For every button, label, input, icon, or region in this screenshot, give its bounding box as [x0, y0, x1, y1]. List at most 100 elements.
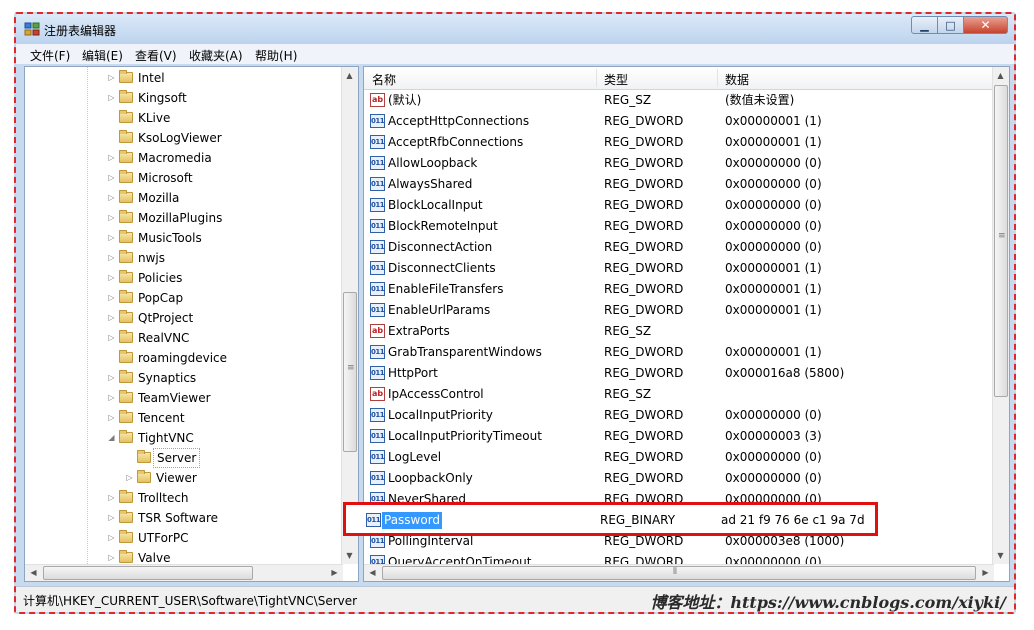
- tree-item[interactable]: KsoLogViewer: [25, 128, 343, 148]
- tree-hscroll-thumb[interactable]: [43, 566, 253, 580]
- expand-arrow-icon[interactable]: ▷: [107, 188, 116, 208]
- expand-arrow-icon[interactable]: ▷: [107, 208, 116, 228]
- expand-arrow-icon[interactable]: ▷: [125, 468, 134, 488]
- table-row[interactable]: ab IpAccessControl REG_SZ: [364, 384, 994, 405]
- list-hscroll-thumb[interactable]: ⦀: [382, 566, 976, 580]
- column-header-type[interactable]: 类型: [604, 71, 628, 88]
- table-row[interactable]: ab (默认) REG_SZ (数值未设置): [364, 90, 994, 111]
- menu-file[interactable]: 文件(F): [30, 47, 70, 64]
- tree-item[interactable]: ◢ TightVNC: [25, 428, 343, 448]
- tree-item[interactable]: ▷ Intel: [25, 68, 343, 88]
- tree-item[interactable]: ▷ Policies: [25, 268, 343, 288]
- list-vertical-scrollbar[interactable]: ▲ ≡ ▼: [992, 67, 1009, 564]
- tree-item[interactable]: roamingdevice: [25, 348, 343, 368]
- table-row[interactable]: 011 LoopbackOnly REG_DWORD 0x00000000 (0): [364, 468, 994, 489]
- tree-item[interactable]: ▷ MusicTools: [25, 228, 343, 248]
- tree-item[interactable]: ▷ Mozilla: [25, 188, 343, 208]
- expand-arrow-icon[interactable]: ▷: [107, 488, 116, 508]
- tree-item[interactable]: ▷ TSR Software: [25, 508, 343, 528]
- expand-arrow-icon[interactable]: ▷: [107, 328, 116, 348]
- table-row[interactable]: 011 AcceptHttpConnections REG_DWORD 0x00000…: [364, 111, 994, 132]
- scroll-up-icon[interactable]: ▲: [993, 68, 1008, 83]
- expand-arrow-icon[interactable]: ▷: [107, 388, 116, 408]
- expand-arrow-icon[interactable]: ▷: [107, 548, 116, 564]
- tree-item[interactable]: ▷ TeamViewer: [25, 388, 343, 408]
- expand-arrow-icon[interactable]: ▷: [107, 268, 116, 288]
- scroll-down-icon[interactable]: ▼: [342, 548, 357, 563]
- tree-item[interactable]: ▷ MozillaPlugins: [25, 208, 343, 228]
- table-row-password[interactable]: 011 Password REG_BINARY ad 21 f9 76 6e c…: [346, 510, 875, 531]
- column-divider[interactable]: [717, 69, 718, 87]
- scroll-up-icon[interactable]: ▲: [342, 68, 357, 83]
- table-row[interactable]: 011 HttpPort REG_DWORD 0x000016a8 (5800): [364, 363, 994, 384]
- expand-arrow-icon[interactable]: ▷: [107, 168, 116, 188]
- expand-arrow-icon[interactable]: ▷: [107, 148, 116, 168]
- tree-item[interactable]: ▷ Viewer: [25, 468, 343, 488]
- expand-arrow-icon[interactable]: ▷: [107, 408, 116, 428]
- tree-item[interactable]: ▷ Microsoft: [25, 168, 343, 188]
- expand-arrow-icon[interactable]: ▷: [107, 248, 116, 268]
- tree-item[interactable]: ▷ Valve: [25, 548, 343, 564]
- scroll-left-icon[interactable]: ◀: [365, 565, 380, 580]
- tree-item[interactable]: ▷ Trolltech: [25, 488, 343, 508]
- column-header-name[interactable]: 名称: [372, 71, 396, 88]
- tree-vertical-scrollbar[interactable]: ▲ ≡ ▼: [341, 67, 358, 564]
- key-tree-pane[interactable]: ▷ Intel ▷ Kingsoft KLive KsoLogViewer ▷ Macrome…: [24, 66, 359, 582]
- tree-horizontal-scrollbar[interactable]: ◀ ▶: [25, 564, 343, 581]
- expand-arrow-icon[interactable]: ▷: [107, 308, 116, 328]
- expand-arrow-icon[interactable]: ▷: [107, 528, 116, 548]
- tree-item[interactable]: ▷ Kingsoft: [25, 88, 343, 108]
- scroll-right-icon[interactable]: ▶: [327, 565, 342, 580]
- expand-arrow-icon[interactable]: ▷: [107, 368, 116, 388]
- column-divider[interactable]: [596, 69, 597, 87]
- scroll-right-icon[interactable]: ▶: [978, 565, 993, 580]
- menu-view[interactable]: 查看(V): [135, 47, 177, 64]
- title-bar[interactable]: 注册表编辑器 ▁ □ ✕: [16, 14, 1014, 44]
- table-row[interactable]: 011 QueryAcceptOnTimeout REG_DWORD 0x000000…: [364, 552, 994, 564]
- expand-arrow-icon[interactable]: ▷: [107, 228, 116, 248]
- menu-edit[interactable]: 编辑(E): [82, 47, 123, 64]
- table-row[interactable]: 011 DisconnectClients REG_DWORD 0x00000001 …: [364, 258, 994, 279]
- expand-arrow-icon[interactable]: ▷: [107, 68, 116, 88]
- table-row[interactable]: 011 EnableUrlParams REG_DWORD 0x00000001 (1…: [364, 300, 994, 321]
- table-row[interactable]: 011 LocalInputPriorityTimeout REG_DWORD 0x0…: [364, 426, 994, 447]
- tree-item[interactable]: ▷ UTForPC: [25, 528, 343, 548]
- expand-arrow-icon[interactable]: ▷: [107, 88, 116, 108]
- table-row[interactable]: 011 AlwaysShared REG_DWORD 0x00000000 (0): [364, 174, 994, 195]
- collapse-arrow-icon[interactable]: ◢: [107, 428, 116, 448]
- table-row[interactable]: 011 AllowLoopback REG_DWORD 0x00000000 (0): [364, 153, 994, 174]
- tree-item[interactable]: ▷ Macromedia: [25, 148, 343, 168]
- scroll-left-icon[interactable]: ◀: [26, 565, 41, 580]
- value-name[interactable]: Password: [382, 512, 443, 529]
- menu-help[interactable]: 帮助(H): [255, 47, 297, 64]
- close-button[interactable]: ✕: [964, 16, 1008, 34]
- tree-item[interactable]: Server: [25, 448, 343, 468]
- tree-item[interactable]: ▷ nwjs: [25, 248, 343, 268]
- table-row[interactable]: 011 EnableFileTransfers REG_DWORD 0x0000000…: [364, 279, 994, 300]
- table-row[interactable]: ab ExtraPorts REG_SZ: [364, 321, 994, 342]
- menu-favorites[interactable]: 收藏夹(A): [189, 47, 243, 64]
- table-row[interactable]: 011 BlockLocalInput REG_DWORD 0x00000000 (0…: [364, 195, 994, 216]
- table-row[interactable]: 011 DisconnectAction REG_DWORD 0x00000000 (…: [364, 237, 994, 258]
- tree-scroll-thumb[interactable]: ≡: [343, 292, 357, 452]
- minimize-button[interactable]: ▁: [911, 16, 938, 34]
- maximize-button[interactable]: □: [938, 16, 964, 34]
- list-horizontal-scrollbar[interactable]: ◀ ⦀ ▶: [364, 564, 994, 581]
- expand-arrow-icon[interactable]: ▷: [107, 288, 116, 308]
- list-scroll-thumb[interactable]: ≡: [994, 85, 1008, 397]
- tree-item[interactable]: ▷ QtProject: [25, 308, 343, 328]
- table-row[interactable]: 011 AcceptRfbConnections REG_DWORD 0x000000…: [364, 132, 994, 153]
- table-row[interactable]: 011 GrabTransparentWindows REG_DWORD 0x0000…: [364, 342, 994, 363]
- scroll-down-icon[interactable]: ▼: [993, 548, 1008, 563]
- tree-item[interactable]: ▷ PopCap: [25, 288, 343, 308]
- column-header-data[interactable]: 数据: [725, 71, 749, 88]
- table-row[interactable]: 011 LocalInputPriority REG_DWORD 0x00000000…: [364, 405, 994, 426]
- table-row[interactable]: 011 LogLevel REG_DWORD 0x00000000 (0): [364, 447, 994, 468]
- expand-arrow-icon[interactable]: ▷: [107, 508, 116, 528]
- tree-item[interactable]: ▷ RealVNC: [25, 328, 343, 348]
- tree-item-label: Kingsoft: [138, 91, 187, 105]
- tree-item[interactable]: ▷ Tencent: [25, 408, 343, 428]
- tree-item[interactable]: ▷ Synaptics: [25, 368, 343, 388]
- tree-item[interactable]: KLive: [25, 108, 343, 128]
- table-row[interactable]: 011 BlockRemoteInput REG_DWORD 0x00000000 (…: [364, 216, 994, 237]
